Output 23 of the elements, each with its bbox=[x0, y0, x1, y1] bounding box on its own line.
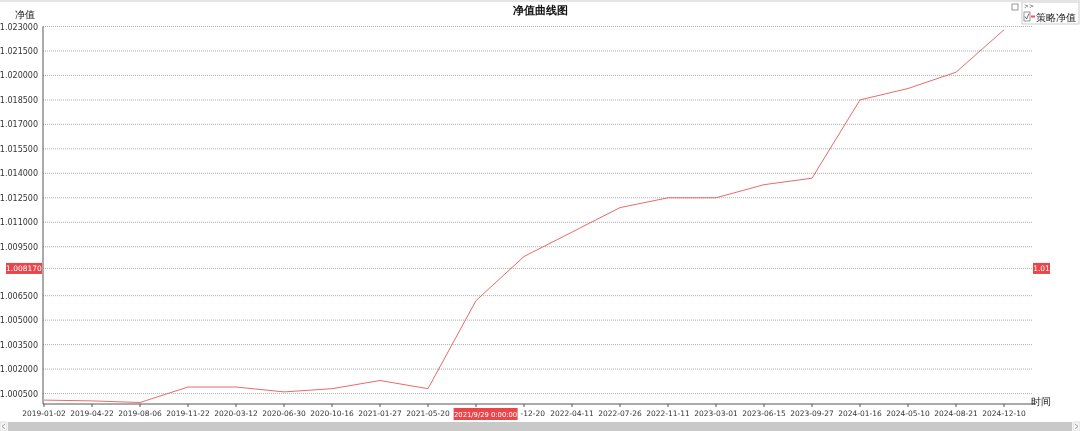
y-tick-label: 1.009500 bbox=[0, 242, 38, 252]
y-tick-label: 1.011000 bbox=[0, 218, 38, 228]
scroll-right-button[interactable] bbox=[1072, 421, 1080, 431]
y-tick-label: 1.017000 bbox=[0, 120, 38, 130]
x-axis-title: 时间 bbox=[1031, 396, 1051, 407]
y-tick-label: 1.003500 bbox=[0, 340, 38, 350]
y-tick-label: 1.000500 bbox=[0, 389, 38, 399]
y-tick-label: 1.006500 bbox=[0, 291, 38, 301]
y-axis-title: 净值 bbox=[15, 9, 35, 20]
maximize-button[interactable] bbox=[1011, 3, 1019, 11]
y-tick-label: 1.014000 bbox=[0, 169, 38, 179]
y-tick-label: 1.018500 bbox=[0, 95, 38, 105]
y-tick-label: 1.023000 bbox=[0, 22, 38, 32]
y-tick-label: 1.015500 bbox=[0, 144, 38, 154]
legend-checkbox[interactable] bbox=[1023, 11, 1031, 22]
y-tick-label: 1.005000 bbox=[0, 316, 38, 326]
y-tick-label: 1.021500 bbox=[0, 46, 38, 56]
scroll-left-button[interactable] bbox=[0, 421, 8, 431]
legend-label: 策略净值 bbox=[1036, 11, 1076, 23]
y-tick-label: 1.020000 bbox=[0, 71, 38, 81]
y-tick-label: 1.002000 bbox=[0, 365, 38, 375]
y-tick-label: 1.012500 bbox=[0, 193, 38, 203]
chart-title: 净值曲线图 bbox=[512, 4, 568, 17]
